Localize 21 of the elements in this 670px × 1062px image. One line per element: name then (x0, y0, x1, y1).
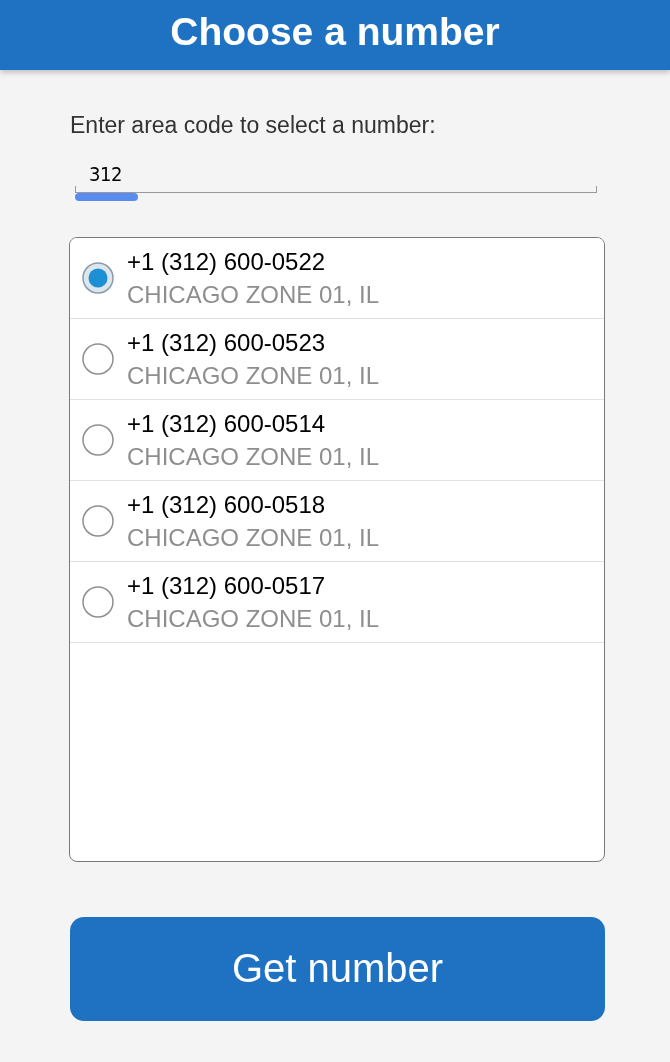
number-location: CHICAGO ZONE 01, IL (127, 522, 380, 553)
screen-title: Choose a number (170, 11, 500, 51)
radio-icon[interactable] (82, 343, 114, 375)
get-number-button[interactable]: Get number (70, 917, 605, 1021)
phone-number: +1 (312) 600-0517 (127, 570, 326, 601)
number-location: CHICAGO ZONE 01, IL (127, 360, 380, 391)
area-code-field[interactable]: 312 (75, 152, 597, 193)
phone-number: +1 (312) 600-0522 (127, 246, 326, 277)
number-location: CHICAGO ZONE 01, IL (127, 279, 380, 310)
text-cursor-handle[interactable] (75, 193, 138, 201)
radio-icon[interactable] (82, 505, 114, 537)
radio-icon[interactable] (82, 586, 114, 618)
phone-number: +1 (312) 600-0523 (127, 327, 326, 358)
radio-selected-icon[interactable] (82, 262, 114, 294)
radio-icon[interactable] (82, 424, 114, 456)
area-code-label: Enter area code to select a number: (70, 112, 436, 139)
number-location: CHICAGO ZONE 01, IL (127, 603, 380, 634)
number-option[interactable]: +1 (312) 600-0522 CHICAGO ZONE 01, IL (70, 238, 604, 319)
number-location: CHICAGO ZONE 01, IL (127, 441, 380, 472)
phone-number: +1 (312) 600-0514 (127, 408, 326, 439)
phone-number: +1 (312) 600-0518 (127, 489, 326, 520)
